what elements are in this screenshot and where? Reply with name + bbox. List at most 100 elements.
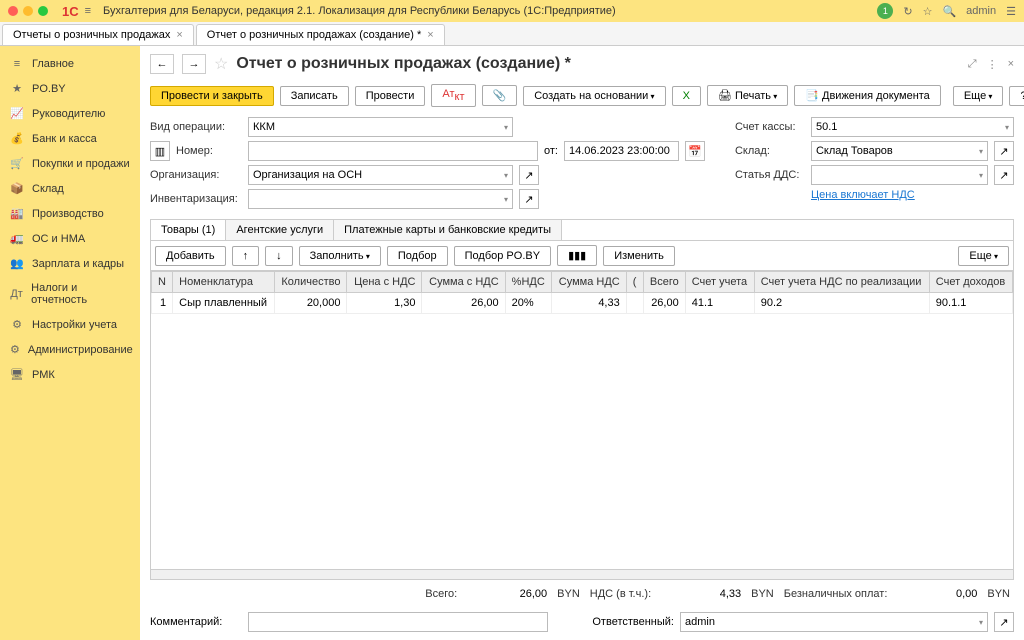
cell[interactable]: 41.1 (685, 293, 754, 314)
sidebar-item-manager[interactable]: 📈Руководителю (0, 101, 140, 126)
number-input[interactable] (248, 141, 538, 161)
calendar-icon[interactable]: 📅 (685, 141, 705, 161)
cell[interactable]: 4,33 (552, 293, 627, 314)
open-icon[interactable]: ↗ (994, 141, 1014, 161)
sidebar-item-poby[interactable]: ★PO.BY (0, 76, 140, 101)
print-button[interactable]: 🖨 Печать (707, 85, 788, 106)
col-vat-sum[interactable]: Сумма НДС (552, 272, 627, 293)
col-nom[interactable]: Номенклатура (173, 272, 275, 293)
sidebar-item-main[interactable]: ≡Главное (0, 52, 140, 76)
menu-icon[interactable]: ≡ (85, 5, 91, 17)
sidebar-item-rmk[interactable]: 🖥РМК (0, 362, 140, 387)
col-acc-inc[interactable]: Счет доходов (929, 272, 1012, 293)
tab-goods[interactable]: Товары (1) (151, 220, 226, 240)
cell[interactable]: 90.1.1 (929, 293, 1012, 314)
nav-forward[interactable]: → (182, 54, 206, 74)
col-extra[interactable]: ( (626, 272, 643, 293)
add-button[interactable]: Добавить (155, 246, 226, 266)
window-minimize[interactable] (23, 6, 33, 16)
resp-select[interactable]: admin▾ (680, 612, 988, 632)
sidebar-item-warehouse[interactable]: 📦Склад (0, 176, 140, 201)
excel-button[interactable]: X (672, 86, 701, 106)
change-button[interactable]: Изменить (603, 246, 675, 266)
col-sum[interactable]: Сумма с НДС (422, 272, 505, 293)
post-close-button[interactable]: Провести и закрыть (150, 86, 274, 106)
open-icon[interactable]: ↗ (994, 612, 1014, 632)
open-icon[interactable]: ↗ (519, 165, 539, 185)
barcode-button[interactable]: ▮▮▮ (557, 245, 597, 266)
post-button[interactable]: Провести (355, 86, 426, 106)
col-vat-rate[interactable]: %НДС (505, 272, 552, 293)
sidebar-item-production[interactable]: 🏭Производство (0, 201, 140, 226)
nav-back[interactable]: ← (150, 54, 174, 74)
table-row[interactable]: 1 Сыр плавленный 20,000 1,30 26,00 20% 4… (152, 293, 1013, 314)
col-n[interactable]: N (152, 272, 173, 293)
close-icon[interactable]: × (427, 29, 433, 41)
window-close[interactable] (8, 6, 18, 16)
cell[interactable]: 20% (505, 293, 552, 314)
close-icon[interactable]: × (1008, 58, 1014, 71)
more-button[interactable]: Еще (953, 86, 1004, 106)
up-button[interactable]: ↑ (232, 246, 260, 266)
user-label[interactable]: admin (966, 5, 996, 17)
warehouse-select[interactable]: Склад Товаров▾ (811, 141, 988, 161)
sidebar-item-assets[interactable]: 🚛ОС и НМА (0, 226, 140, 251)
cell[interactable] (626, 293, 643, 314)
cell[interactable]: 26,00 (422, 293, 505, 314)
open-icon[interactable]: ↗ (519, 189, 539, 209)
cash-acc-select[interactable]: 50.1▾ (811, 117, 1014, 137)
cell[interactable]: 90.2 (754, 293, 929, 314)
op-type-select[interactable]: ККМ▾ (248, 117, 513, 137)
history-icon[interactable]: ↻ (903, 5, 912, 18)
doc-tab[interactable]: Отчеты о розничных продажах × (2, 24, 194, 45)
fill-button[interactable]: Заполнить (299, 246, 381, 266)
help-button[interactable]: ? (1009, 86, 1024, 106)
cell[interactable]: Сыр плавленный (173, 293, 275, 314)
open-icon[interactable]: ↗ (994, 165, 1014, 185)
col-qty[interactable]: Количество (274, 272, 347, 293)
pick-button[interactable]: Подбор (387, 246, 448, 266)
sidebar-item-admin[interactable]: ⚙Администрирование (0, 337, 140, 362)
sidebar-item-salary[interactable]: 👥Зарплата и кадры (0, 251, 140, 276)
col-total[interactable]: Всего (643, 272, 685, 293)
save-button[interactable]: Записать (280, 86, 349, 106)
down-button[interactable]: ↓ (265, 246, 293, 266)
sidebar-item-taxes[interactable]: ДтНалоги и отчетность (0, 276, 140, 312)
dtkt-button[interactable]: Аткт (431, 84, 475, 107)
col-price[interactable]: Цена с НДС (347, 272, 422, 293)
sidebar-item-settings[interactable]: ⚙Настройки учета (0, 312, 140, 337)
link-icon[interactable]: ⤢ (968, 58, 977, 71)
favorite-icon[interactable]: ☆ (923, 5, 933, 18)
menu-dots-icon[interactable]: ⋮ (987, 58, 998, 71)
window-maximize[interactable] (38, 6, 48, 16)
goods-table[interactable]: N Номенклатура Количество Цена с НДС Сум… (150, 270, 1014, 570)
date-input[interactable] (564, 141, 679, 161)
price-includes-vat-link[interactable]: Цена включает НДС (811, 189, 915, 201)
sidebar-item-sales[interactable]: 🛒Покупки и продажи (0, 151, 140, 176)
attach-button[interactable]: 📎 (482, 85, 518, 106)
table-more-button[interactable]: Еще (958, 246, 1009, 266)
col-acc[interactable]: Счет учета (685, 272, 754, 293)
cell[interactable]: 20,000 (274, 293, 347, 314)
notifications-icon[interactable]: 1 (877, 3, 893, 19)
cell[interactable]: 1,30 (347, 293, 422, 314)
movements-button[interactable]: 📑 Движения документа (794, 85, 941, 106)
search-icon[interactable]: 🔍 (942, 5, 956, 18)
scrollbar[interactable] (150, 570, 1014, 580)
cell[interactable]: 26,00 (643, 293, 685, 314)
favorite-icon[interactable]: ☆ (214, 54, 228, 74)
dds-select[interactable]: ▾ (811, 165, 988, 185)
inv-select[interactable]: ▾ (248, 189, 513, 209)
tab-agent[interactable]: Агентские услуги (226, 220, 334, 240)
cell[interactable]: 1 (152, 293, 173, 314)
comment-input[interactable] (248, 612, 548, 632)
pick-poby-button[interactable]: Подбор PO.BY (454, 246, 551, 266)
doc-tab[interactable]: Отчет о розничных продажах (создание) * … (196, 24, 445, 45)
sidebar-item-bank[interactable]: 💰Банк и касса (0, 126, 140, 151)
close-icon[interactable]: × (176, 29, 182, 41)
hamburger-icon[interactable]: ☰ (1006, 5, 1016, 18)
org-select[interactable]: Организация на ОСН▾ (248, 165, 513, 185)
create-based-button[interactable]: Создать на основании (523, 86, 665, 106)
tab-cards[interactable]: Платежные карты и банковские кредиты (334, 220, 562, 240)
col-acc-vat[interactable]: Счет учета НДС по реализации (754, 272, 929, 293)
